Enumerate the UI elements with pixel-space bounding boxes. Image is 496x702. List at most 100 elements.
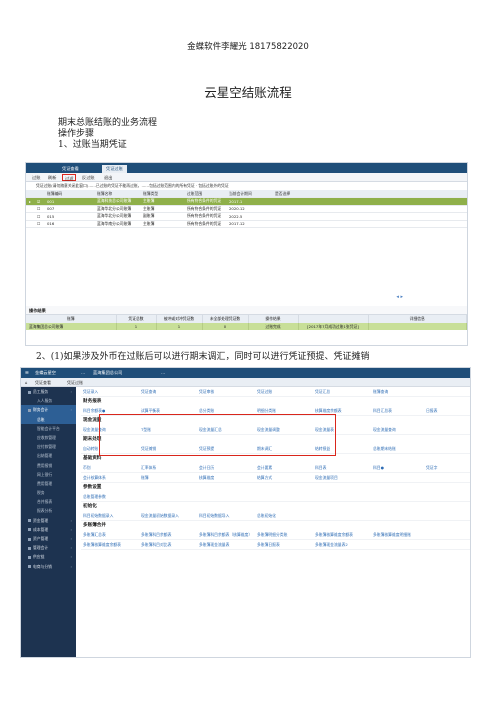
- menu-link[interactable]: 多账簿科目余额表（核算维度）: [199, 530, 252, 540]
- sidebar-item[interactable]: 应收款管理: [21, 433, 76, 442]
- sidebar-item[interactable]: 成本管理 ›: [21, 525, 76, 534]
- menu-link[interactable]: 多账簿核算维度余额表: [315, 530, 353, 540]
- menu-link[interactable]: 科目●: [373, 463, 384, 473]
- scroll-arrows-icon[interactable]: ◂ ▸: [396, 294, 403, 300]
- menu-link[interactable]: 多账簿现金流量表: [199, 540, 229, 550]
- menu-link[interactable]: 多账簿核算维度明细账: [373, 530, 411, 540]
- menu-link[interactable]: 多账簿明细分类账: [257, 530, 287, 540]
- menu-link[interactable]: 凭证查询: [141, 387, 156, 397]
- menu-link[interactable]: 日报表: [426, 406, 437, 416]
- sidebar-item[interactable]: 智能会计平台: [21, 424, 76, 433]
- menu-link[interactable]: 自动转账: [83, 444, 98, 454]
- menu-link[interactable]: 凭证字: [426, 463, 437, 473]
- menu-link[interactable]: 多账簿核算维度余额表: [83, 540, 121, 550]
- menu-link[interactable]: 总账期末结账: [373, 444, 396, 454]
- menu-link[interactable]: 总账初始化: [257, 511, 276, 521]
- menu-link[interactable]: 科目初始数据导入: [199, 511, 229, 521]
- menu-link[interactable]: 多账簿科目余额表: [141, 530, 171, 540]
- menu-link[interactable]: 科目初始数据录入: [83, 511, 113, 521]
- topbar-more: …: [161, 370, 166, 375]
- exit-button[interactable]: 退出: [102, 174, 114, 181]
- table-row[interactable]: ☐ 015 蓝海华北分公司账簿 副账簿 所有符合条件的凭证 2022.5: [26, 212, 467, 221]
- org-name[interactable]: 蓝海集团总公司: [93, 369, 122, 377]
- menu-link[interactable]: 汇率体系: [141, 463, 156, 473]
- sidebar-item[interactable]: 出纳管理: [21, 451, 76, 460]
- sidebar-item[interactable]: 供应链 ›: [21, 552, 76, 561]
- sidebar-item[interactable]: 费用报销: [21, 461, 76, 470]
- menu-link[interactable]: 多账簿现金流量表2: [315, 540, 348, 550]
- menu-link[interactable]: 现金流量查询: [373, 425, 396, 435]
- home-icon[interactable]: ⌂: [25, 378, 28, 387]
- sidebar-item[interactable]: 网上银行: [21, 470, 76, 479]
- row-checkbox[interactable]: ☐: [34, 205, 44, 213]
- sidebar-item[interactable]: 税务: [21, 488, 76, 497]
- log-cell-total: 1: [116, 323, 157, 330]
- log-header: 账簿 凭证总数 被冲或对冲凭证数 未全部处理凭证数 操作结果 详细信息: [26, 315, 467, 323]
- unpost-button[interactable]: 反过账: [80, 174, 97, 181]
- log-row[interactable]: 蓝海集团总公司账簿 1 1 0 过账完成 [2017年7月成功过账1张凭证]: [26, 323, 467, 330]
- sidebar-item[interactable]: 费用管理: [21, 479, 76, 488]
- voucher-posting-screenshot: 凭证查看 凭证过账 过账 刷新 过滤 反过账 退出 凭证过账(请勿随意关闭此窗口…: [25, 162, 468, 346]
- sidebar-item[interactable]: 报表分析: [21, 506, 76, 515]
- sidebar-item[interactable]: 财务会计 ›: [21, 405, 76, 415]
- col-indicator: [26, 190, 34, 198]
- menu-link[interactable]: 账簿查询: [373, 387, 388, 397]
- menu-link[interactable]: 多账簿日报表: [257, 540, 280, 550]
- cell-code: 007: [44, 205, 94, 213]
- module-icon: [28, 546, 31, 550]
- menu-link[interactable]: 核算维度: [199, 473, 214, 483]
- sidebar-item[interactable]: 合并报表: [21, 497, 76, 506]
- home-tab[interactable]: [28, 165, 36, 173]
- sidebar-item-label: 报表分析: [37, 508, 53, 514]
- post-button[interactable]: 过账: [30, 174, 42, 181]
- row-checkbox[interactable]: ☐: [34, 220, 44, 228]
- menu-link[interactable]: 多账簿科目对比表: [141, 540, 171, 550]
- sidebar-item[interactable]: 电商与分销 ›: [21, 562, 76, 571]
- menu-link[interactable]: 现金流量项目: [315, 473, 338, 483]
- menu-link[interactable]: 科目汇总表: [373, 406, 392, 416]
- tab-voucher-posting[interactable]: 凭证过账: [67, 378, 83, 387]
- menu-link[interactable]: 科目表: [315, 463, 326, 473]
- menu-link[interactable]: 会计核算体系: [83, 473, 106, 483]
- menu-link[interactable]: 凭证过账: [257, 387, 272, 397]
- sidebar-item[interactable]: 员工服务 ›: [21, 387, 76, 396]
- menu-link[interactable]: 现金流量初始数据录入: [141, 511, 179, 521]
- row-checkbox[interactable]: ☑: [34, 197, 44, 206]
- menu-link[interactable]: 凭证审核: [199, 387, 214, 397]
- tab-voucher-posting[interactable]: 凭证过账: [102, 165, 127, 173]
- table-row[interactable]: ☐ 016 蓝海华南分公司账簿 主账簿 所有符合条件的凭证 2017.12: [26, 220, 467, 228]
- tab-voucher-view[interactable]: 凭证查看: [58, 165, 83, 173]
- col-name: 账簿名称: [94, 190, 140, 198]
- refresh-button[interactable]: 刷新: [46, 174, 58, 181]
- sidebar-item[interactable]: 管理会计 ›: [21, 543, 76, 552]
- sidebar-item[interactable]: 资产管理 ›: [21, 534, 76, 543]
- menu-link[interactable]: 会计要素: [257, 463, 272, 473]
- sidebar-item[interactable]: 应付款管理: [21, 442, 76, 451]
- log-cell-result: 过账完成: [248, 323, 299, 330]
- menu-link[interactable]: 凭证汇总: [315, 387, 330, 397]
- sidebar-item[interactable]: 入人服务: [21, 396, 76, 405]
- cell-period: 2017.1: [226, 197, 272, 206]
- log-cell-extra: [368, 323, 467, 330]
- table-row[interactable]: ☐ 007 蓝海华北分公司账簿 主账簿 所有符合条件的凭证 2020.12: [26, 205, 467, 213]
- menu-icon[interactable]: ☰: [25, 369, 29, 377]
- table-row[interactable]: ▸ ☑ 001 蓝海科技总公司账簿 主账簿 所有符合条件的凭证 2017.1: [26, 197, 467, 206]
- cell-type: 副账簿: [140, 212, 184, 221]
- sidebar-item-label: 应付款管理: [37, 444, 56, 450]
- log-cell-offset: 1: [156, 323, 203, 330]
- menu-link[interactable]: 结算方式: [257, 473, 272, 483]
- menu-link[interactable]: 多账簿汇总表: [83, 530, 106, 540]
- sidebar-item[interactable]: 总账: [21, 414, 76, 424]
- menu-link[interactable]: 会计日历: [199, 463, 214, 473]
- tab-voucher-view[interactable]: 凭证查看: [35, 378, 51, 387]
- menu-link[interactable]: 账簿: [141, 473, 149, 483]
- sidebar-item[interactable]: 资金管理 ›: [21, 516, 76, 525]
- section-title: 多账簿合并: [83, 523, 106, 528]
- menu-link[interactable]: 总账管理参数: [83, 492, 106, 502]
- module-icon: [28, 519, 31, 523]
- row-checkbox[interactable]: ☐: [34, 212, 44, 221]
- menu-link[interactable]: 币别: [83, 463, 91, 473]
- menu-link[interactable]: 凭证录入: [83, 387, 98, 397]
- filter-button[interactable]: 过滤: [62, 174, 77, 181]
- cell-range: 所有符合条件的凭证: [184, 205, 226, 213]
